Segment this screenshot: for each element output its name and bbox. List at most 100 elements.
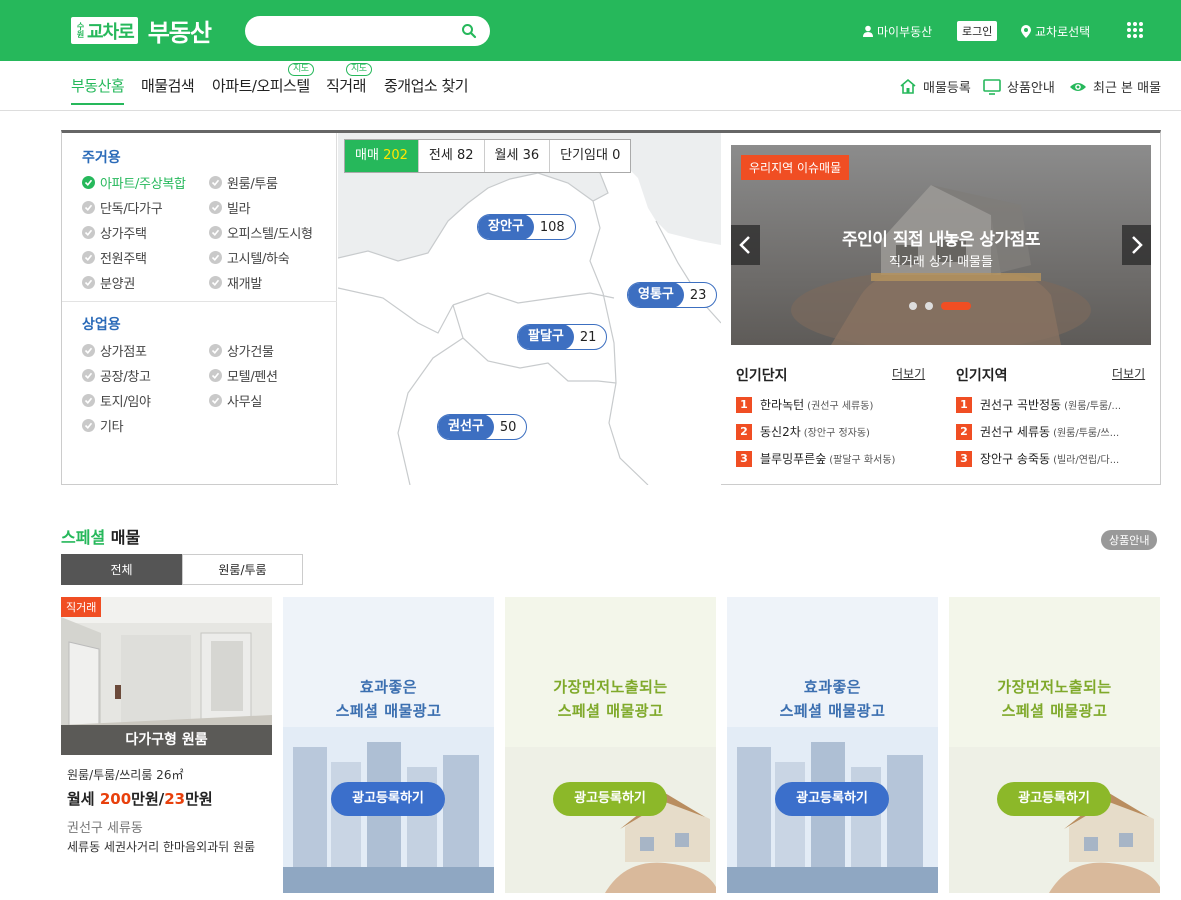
- special-tabs: 전체 원룸/투룸: [61, 554, 303, 585]
- tab-find-agency[interactable]: 중개업소 찾기: [384, 75, 469, 96]
- popular-complex-more-link[interactable]: 더보기: [892, 365, 925, 382]
- popular-region-item[interactable]: 3 장안구 송죽동 (빌라/연립/다...: [956, 450, 1119, 467]
- ad-headline: 효과좋은 스페셜 매물광고: [727, 675, 938, 723]
- deal-tab-monthly[interactable]: 월세 36: [485, 140, 551, 172]
- rank-detail: (팔달구 화서동): [829, 455, 896, 466]
- check-icon: [211, 347, 220, 354]
- search-input[interactable]: [245, 16, 490, 46]
- category-label: 상가주택: [100, 227, 147, 242]
- commercial-category-option[interactable]: 기타: [82, 416, 124, 435]
- pagination-dot-active[interactable]: [941, 302, 971, 310]
- residential-category-option[interactable]: 오피스텔/도시형: [209, 223, 313, 242]
- tab-apartment-officetel[interactable]: 아파트/오피스텔 지도: [212, 63, 314, 96]
- banner-prev-button[interactable]: [731, 225, 760, 265]
- category-label: 아파트/주상복합: [100, 177, 186, 192]
- rank-number: 2: [736, 423, 752, 440]
- login-button[interactable]: 로그인: [957, 21, 998, 41]
- search-icon[interactable]: [461, 23, 477, 39]
- checkbox-icon: [82, 226, 95, 239]
- tab-direct-deal[interactable]: 직거래 지도: [326, 63, 372, 96]
- commercial-category-option[interactable]: 공장/창고: [82, 366, 151, 385]
- ad-line1: 효과좋은: [803, 678, 862, 696]
- deal-tab-jeonse[interactable]: 전세 82: [419, 140, 485, 172]
- register-ad-button[interactable]: 광고등록하기: [331, 782, 445, 816]
- residential-category-option[interactable]: 분양권: [82, 273, 135, 292]
- commercial-category-option[interactable]: 모텔/펜션: [209, 366, 278, 385]
- recent-viewed-link[interactable]: 최근 본 매물: [1069, 77, 1161, 96]
- logo-brand: 교차로: [87, 21, 135, 43]
- deal-tab-label: 단기임대: [560, 148, 608, 163]
- checkbox-icon: [209, 226, 222, 239]
- my-realty-link[interactable]: 마이부동산: [862, 19, 932, 43]
- category-label: 빌라: [227, 202, 251, 217]
- residential-category-option[interactable]: 고시텔/하숙: [209, 248, 290, 267]
- tab-realty-home[interactable]: 부동산홈: [71, 75, 125, 105]
- register-ad-button[interactable]: 광고등록하기: [553, 782, 667, 816]
- popular-region-item[interactable]: 1 권선구 곡반정동 (원룸/투룸/...: [956, 396, 1121, 413]
- district-pin-gwonseon[interactable]: 권선구 50: [437, 414, 528, 440]
- site-logo[interactable]: 수원 교차로 부동산: [71, 16, 212, 47]
- issue-banner[interactable]: 우리지역 이슈매물 주인이 직접 내놓은 상가점포 직거래 상가 매물들: [731, 145, 1151, 345]
- popular-complex-item[interactable]: 1 한라녹턴 (권선구 세류동): [736, 396, 873, 413]
- banner-tag: 우리지역 이슈매물: [741, 155, 850, 180]
- rank-name: 블루밍푸른숲: [760, 452, 827, 466]
- check-icon: [84, 204, 93, 211]
- category-label: 사무실: [227, 395, 262, 410]
- commercial-category-option[interactable]: 토지/임야: [82, 391, 151, 410]
- tab-apartment-label: 아파트/오피스텔: [212, 77, 310, 95]
- region-select-label: 교차로선택: [1035, 24, 1091, 39]
- residential-category-option[interactable]: 재개발: [209, 273, 262, 292]
- grid-menu-icon[interactable]: [1126, 21, 1144, 39]
- region-select-link[interactable]: 교차로선택: [1021, 19, 1090, 43]
- residential-category-option[interactable]: 단독/다가구: [82, 198, 163, 217]
- district-pin-jangan[interactable]: 장안구 108: [477, 214, 576, 240]
- price-unit: 만원/: [131, 790, 165, 808]
- popular-region-item[interactable]: 2 권선구 세류동 (원룸/투룸/쓰...: [956, 423, 1119, 440]
- price-rent: 23: [164, 790, 186, 808]
- district-pin-paldal[interactable]: 팔달구 21: [517, 324, 608, 350]
- banner-next-button[interactable]: [1122, 225, 1151, 265]
- listing-photo[interactable]: 직거래 다가구형 원룸: [61, 597, 272, 755]
- commercial-category-option[interactable]: 상가건물: [209, 341, 274, 360]
- listing-location: 권선구 세류동: [67, 821, 143, 836]
- checkbox-icon: [82, 394, 95, 407]
- monitor-icon: [983, 78, 1001, 95]
- special-ad-card[interactable]: 효과좋은 스페셜 매물광고광고등록하기: [727, 597, 938, 893]
- residential-category-option[interactable]: 전원주택: [82, 248, 147, 267]
- district-name: 팔달구: [518, 325, 574, 349]
- special-guide-button[interactable]: 상품안내: [1101, 530, 1158, 550]
- popular-complex-item[interactable]: 3 블루밍푸른숲 (팔달구 화서동): [736, 450, 895, 467]
- deal-tab-short-term[interactable]: 단기임대 0: [550, 140, 630, 172]
- district-map[interactable]: 매매 202 전세 82 월세 36 단기임대 0 장안구 108 영통구 23…: [338, 133, 721, 485]
- residential-category-option[interactable]: 아파트/주상복합: [82, 173, 186, 192]
- special-ad-card[interactable]: 가장먼저노출되는 스페셜 매물광고 광고등록하기: [949, 597, 1160, 893]
- register-listing-link[interactable]: 매물등록: [899, 77, 971, 96]
- residential-category-option[interactable]: 상가주택: [82, 223, 147, 242]
- district-pin-yeongtong[interactable]: 영통구 23: [627, 282, 718, 308]
- commercial-category-option[interactable]: 사무실: [209, 391, 262, 410]
- my-realty-label: 마이부동산: [877, 24, 933, 39]
- pagination-dot[interactable]: [909, 302, 917, 310]
- residential-category-option[interactable]: 빌라: [209, 198, 251, 217]
- deal-tab-sale[interactable]: 매매 202: [345, 140, 419, 172]
- register-ad-button[interactable]: 광고등록하기: [997, 782, 1111, 816]
- checkbox-icon: [82, 201, 95, 214]
- residential-category-option[interactable]: 원룸/투룸: [209, 173, 278, 192]
- special-tab-all[interactable]: 전체: [61, 554, 182, 585]
- popular-region-more-link[interactable]: 더보기: [1112, 365, 1145, 382]
- tab-listing-search[interactable]: 매물검색: [141, 75, 195, 96]
- listing-card[interactable]: 직거래 다가구형 원룸 원룸/투룸/쓰리룸 26㎡ 월세 200만원/23만원 …: [61, 597, 272, 893]
- commercial-category-option[interactable]: 상가점포: [82, 341, 147, 360]
- special-ad-card[interactable]: 가장먼저노출되는 스페셜 매물광고 광고등록하기: [505, 597, 716, 893]
- house-icon: [900, 78, 916, 94]
- checkbox-icon: [82, 176, 95, 189]
- house-model-image: [949, 747, 1160, 893]
- special-ad-card[interactable]: 효과좋은 스페셜 매물광고 광고등록하기: [283, 597, 494, 893]
- register-ad-button[interactable]: 광고등록하기: [775, 782, 889, 816]
- check-icon: [211, 254, 220, 261]
- pagination-dot[interactable]: [925, 302, 933, 310]
- special-tab-oneroom[interactable]: 원룸/투룸: [182, 554, 303, 585]
- popular-complex-item[interactable]: 2 동신2차 (장안구 정자동): [736, 423, 870, 440]
- checkbox-icon: [82, 369, 95, 382]
- product-guide-link[interactable]: 상품안내: [983, 77, 1055, 96]
